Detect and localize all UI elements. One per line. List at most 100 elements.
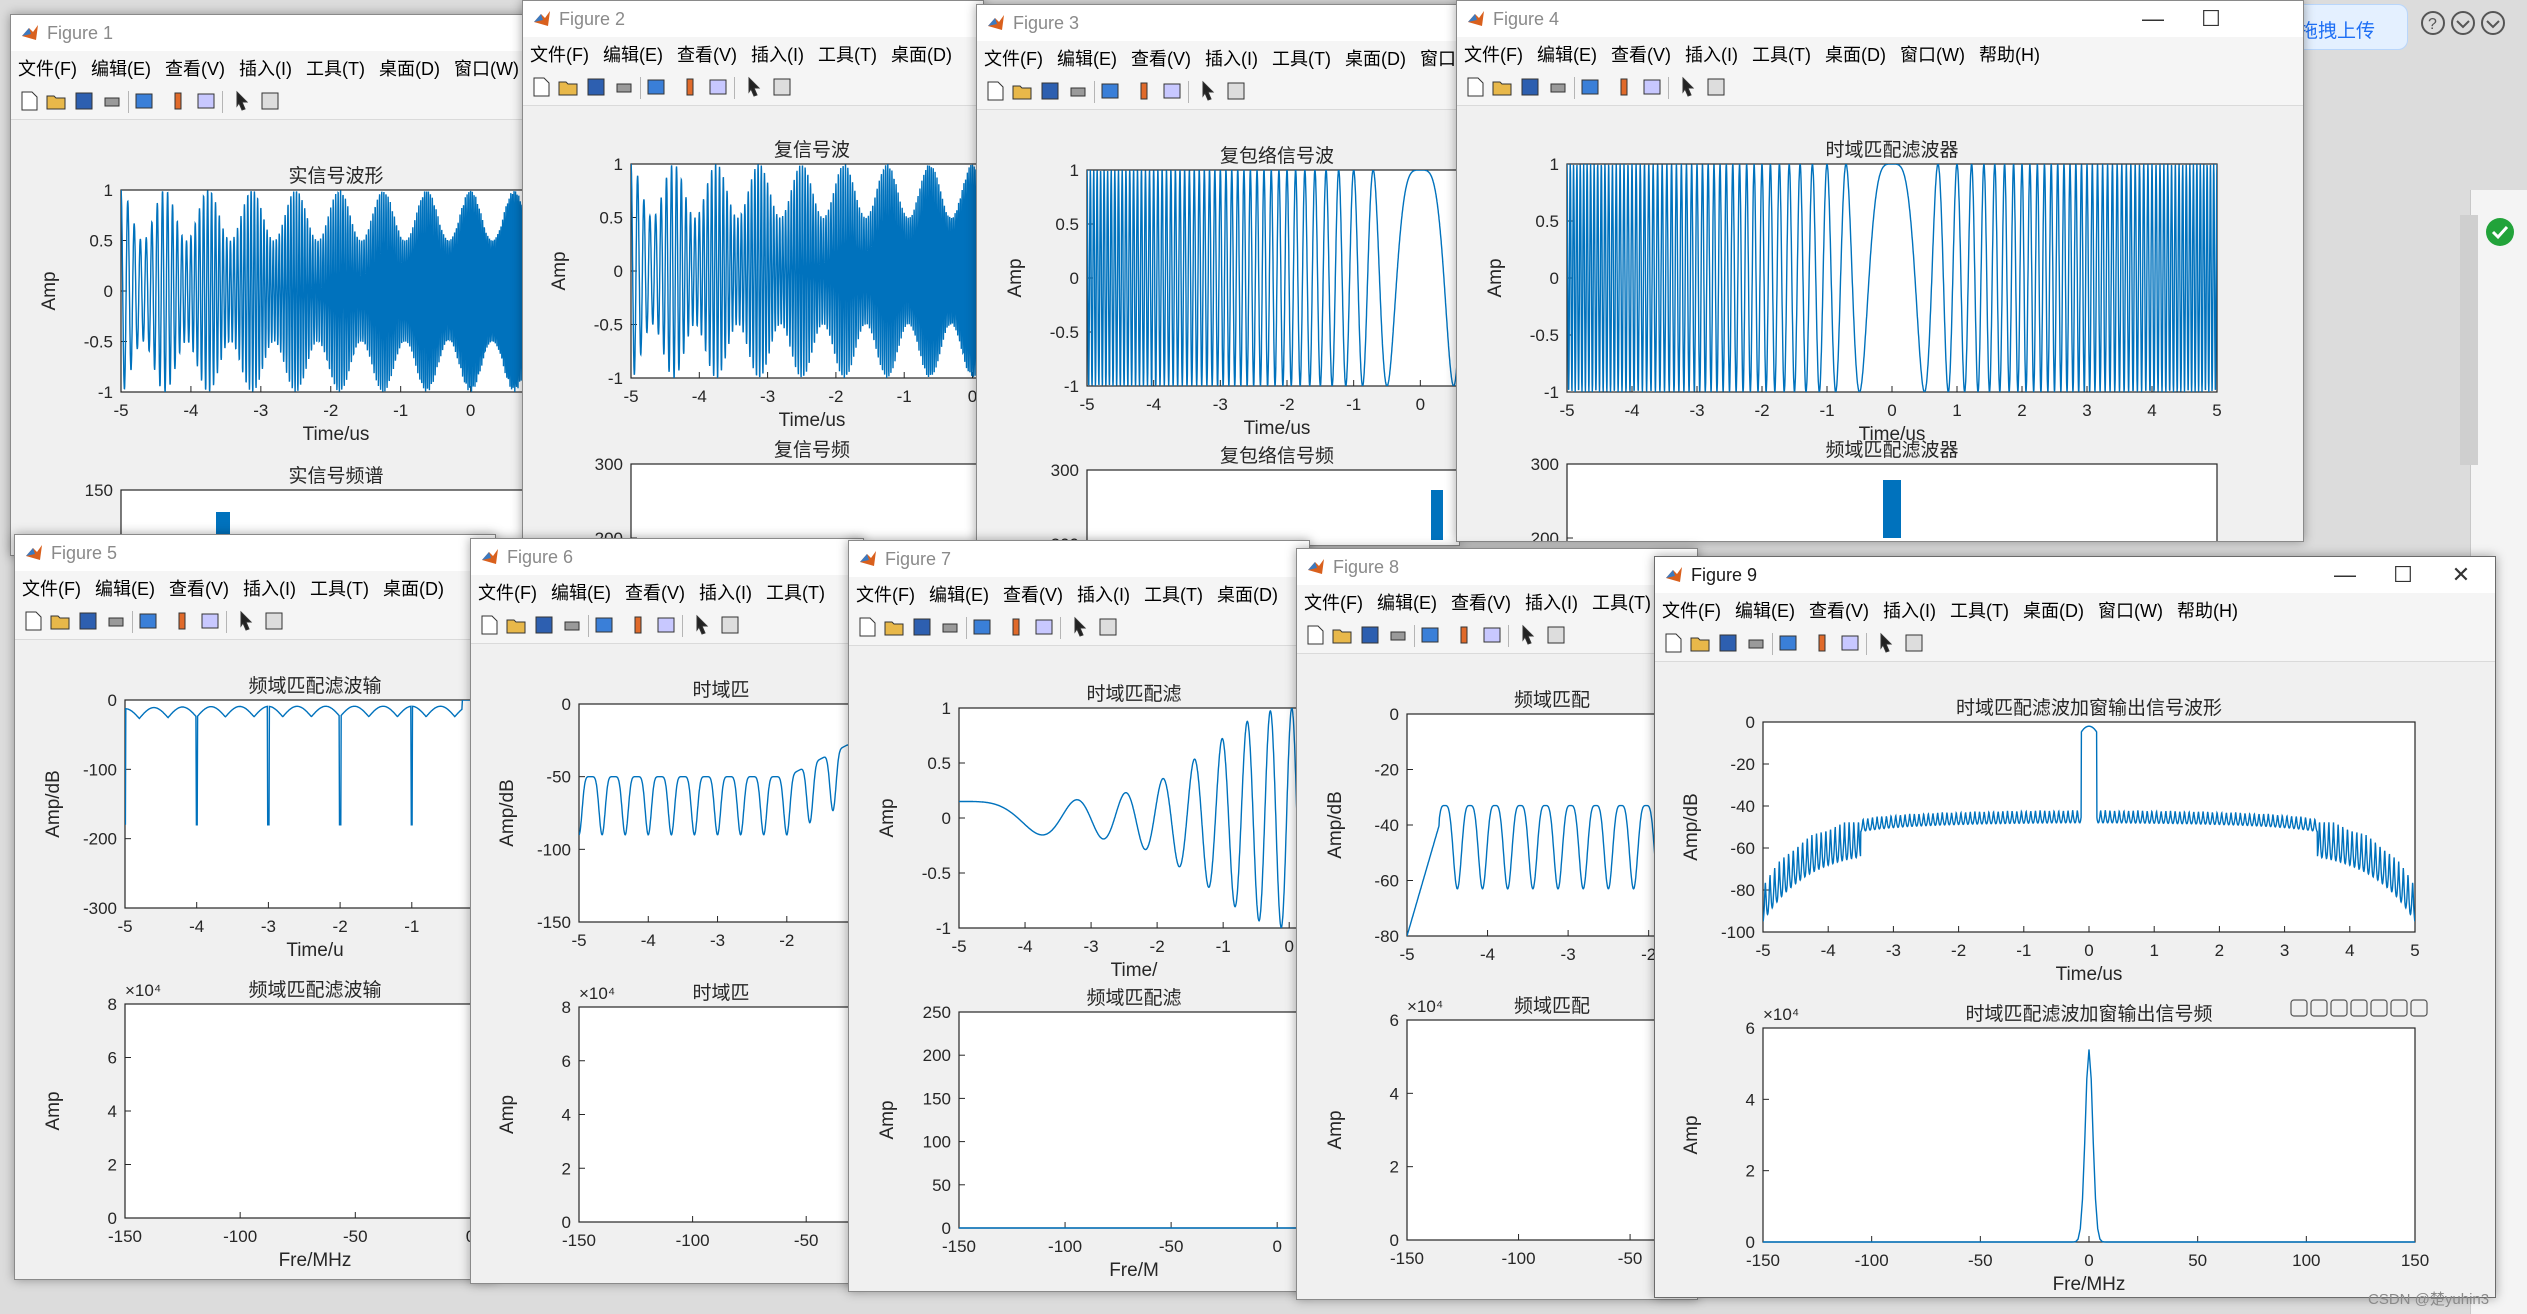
menu-item[interactable]: 工具(T) [1585, 585, 1658, 615]
print-icon[interactable] [939, 616, 961, 638]
open-folder-icon[interactable] [45, 90, 67, 112]
window-titlebar[interactable]: Figure 3 [977, 5, 1459, 41]
colorbar-icon[interactable] [627, 614, 649, 636]
menu-item[interactable]: 桌面(D) [884, 37, 959, 67]
pointer-icon[interactable] [691, 614, 713, 636]
menu-item[interactable]: 帮助(H) [2170, 593, 2245, 623]
new-file-icon[interactable] [985, 80, 1007, 102]
menu-item[interactable]: 文件(F) [15, 571, 88, 601]
open-folder-icon[interactable] [883, 616, 905, 638]
link-plot-icon[interactable] [1419, 624, 1441, 646]
menu-item[interactable]: 插入(I) [1070, 577, 1137, 607]
open-folder-icon[interactable] [49, 610, 71, 632]
menu-item[interactable]: 文件(F) [849, 577, 922, 607]
pointer-icon[interactable] [235, 610, 257, 632]
legend-icon[interactable] [199, 610, 221, 632]
datatip-icon[interactable] [2330, 999, 2348, 1017]
menu-item[interactable]: 插入(I) [744, 37, 811, 67]
figure-window-4[interactable]: Figure 4—☐✕文件(F)编辑(E)查看(V)插入(I)工具(T)桌面(D… [1456, 0, 2304, 542]
menu-item[interactable]: 工具(T) [1943, 593, 2016, 623]
figure-window-9[interactable]: Figure 9— ☐ ✕ 文件(F) 编辑(E) 查看(V) 插入(I) 工具(T) 桌面(D… [1654, 556, 2496, 1298]
window-titlebar[interactable]: Figure 1 [11, 15, 531, 51]
save-icon[interactable] [533, 614, 555, 636]
new-file-icon[interactable] [19, 90, 41, 112]
new-file-icon[interactable] [1305, 624, 1327, 646]
colorbar-icon[interactable] [1005, 616, 1027, 638]
plot-tools-icon[interactable] [719, 614, 741, 636]
open-folder-icon[interactable] [1331, 624, 1353, 646]
figure-window-3[interactable]: Figure 3 文件(F) 编辑(E) 查看(V) 插入(I) 工具(T) 桌面(D) 窗口… [976, 4, 1460, 546]
legend-icon[interactable] [707, 76, 729, 98]
pointer-icon[interactable] [1517, 624, 1539, 646]
legend-icon[interactable] [1033, 616, 1055, 638]
menu-item[interactable]: 桌面(D) [1210, 577, 1285, 607]
window-titlebar[interactable]: Figure 2 [523, 1, 983, 37]
colorbar-icon[interactable] [679, 76, 701, 98]
menu-item[interactable]: 工具(T) [1137, 577, 1210, 607]
figure-window-6[interactable]: Figure 6 文件(F) 编辑(E) 查看(V) 插入(I) 工具(T) 时域匹 0 -50… [470, 538, 864, 1284]
open-folder-icon[interactable] [1011, 80, 1033, 102]
menu-item[interactable]: 查看(V) [1604, 37, 1678, 67]
menu-item[interactable]: 文件(F) [1655, 593, 1728, 623]
legend-icon[interactable] [1839, 632, 1861, 654]
menu-item[interactable]: 工具(T) [1745, 37, 1818, 67]
window-titlebar[interactable]: Figure 8 [1297, 549, 1697, 585]
brush-icon[interactable] [2310, 999, 2328, 1017]
menu-item[interactable]: 文件(F) [471, 575, 544, 605]
save-icon[interactable] [73, 90, 95, 112]
zoom-out-icon[interactable] [2390, 999, 2408, 1017]
menu-item[interactable]: 桌面(D) [2016, 593, 2091, 623]
print-icon[interactable] [613, 76, 635, 98]
link-plot-icon[interactable] [971, 616, 993, 638]
menu-item[interactable]: 插入(I) [692, 575, 759, 605]
legend-icon[interactable] [655, 614, 677, 636]
menu-item[interactable]: 查看(V) [162, 571, 236, 601]
menu-item[interactable]: 文件(F) [523, 37, 596, 67]
print-icon[interactable] [1067, 80, 1089, 102]
pointer-icon[interactable] [1197, 80, 1219, 102]
maximize-icon[interactable]: ☐ [2375, 559, 2431, 591]
menu-item[interactable]: 桌面(D) [1818, 37, 1893, 67]
window-titlebar[interactable]: Figure 9 — ☐ ✕ [1655, 557, 2495, 593]
window-titlebar[interactable]: Figure 5 [15, 535, 495, 571]
menu-item[interactable]: 桌面(D) [376, 571, 451, 601]
menu-item[interactable]: 插入(I) [232, 51, 299, 81]
pointer-icon[interactable] [1875, 632, 1897, 654]
home-icon[interactable] [2410, 999, 2428, 1017]
menu-item[interactable]: 窗口(W) [447, 51, 526, 81]
menu-item[interactable]: 插入(I) [1518, 585, 1585, 615]
plot-tools-icon[interactable] [1225, 80, 1247, 102]
pointer-icon[interactable] [1677, 76, 1699, 98]
colorbar-icon[interactable] [1811, 632, 1833, 654]
close-icon[interactable]: ✕ [2433, 559, 2489, 591]
menu-item[interactable]: 查看(V) [618, 575, 692, 605]
menu-item[interactable]: 编辑(E) [88, 571, 162, 601]
save-icon[interactable] [585, 76, 607, 98]
menu-item[interactable]: 编辑(E) [596, 37, 670, 67]
print-icon[interactable] [1547, 76, 1569, 98]
link-plot-icon[interactable] [1579, 76, 1601, 98]
legend-icon[interactable] [1161, 80, 1183, 102]
pan-icon[interactable] [2350, 999, 2368, 1017]
menu-item[interactable]: 工具(T) [303, 571, 376, 601]
link-plot-icon[interactable] [1777, 632, 1799, 654]
menu-item[interactable]: 窗口(W) [1893, 37, 1972, 67]
menu-item[interactable]: 查看(V) [670, 37, 744, 67]
save-icon[interactable] [1519, 76, 1541, 98]
colorbar-icon[interactable] [171, 610, 193, 632]
new-file-icon[interactable] [1465, 76, 1487, 98]
window-titlebar[interactable]: Figure 4—☐✕ [1457, 1, 2303, 37]
menu-item[interactable]: 查看(V) [158, 51, 232, 81]
minimize-icon[interactable]: — [2317, 559, 2373, 591]
link-plot-icon[interactable] [593, 614, 615, 636]
zoom-in-icon[interactable] [2370, 999, 2388, 1017]
colorbar-icon[interactable] [1133, 80, 1155, 102]
print-icon[interactable] [105, 610, 127, 632]
link-plot-icon[interactable] [133, 90, 155, 112]
menu-item[interactable]: 窗口(W) [2091, 593, 2170, 623]
figure-window-8[interactable]: Figure 8 文件(F) 编辑(E) 查看(V) 插入(I) 工具(T) 频域匹配 0 -2… [1296, 548, 1698, 1300]
colorbar-icon[interactable] [1453, 624, 1475, 646]
pointer-icon[interactable] [231, 90, 253, 112]
save-icon[interactable] [77, 610, 99, 632]
link-plot-icon[interactable] [137, 610, 159, 632]
